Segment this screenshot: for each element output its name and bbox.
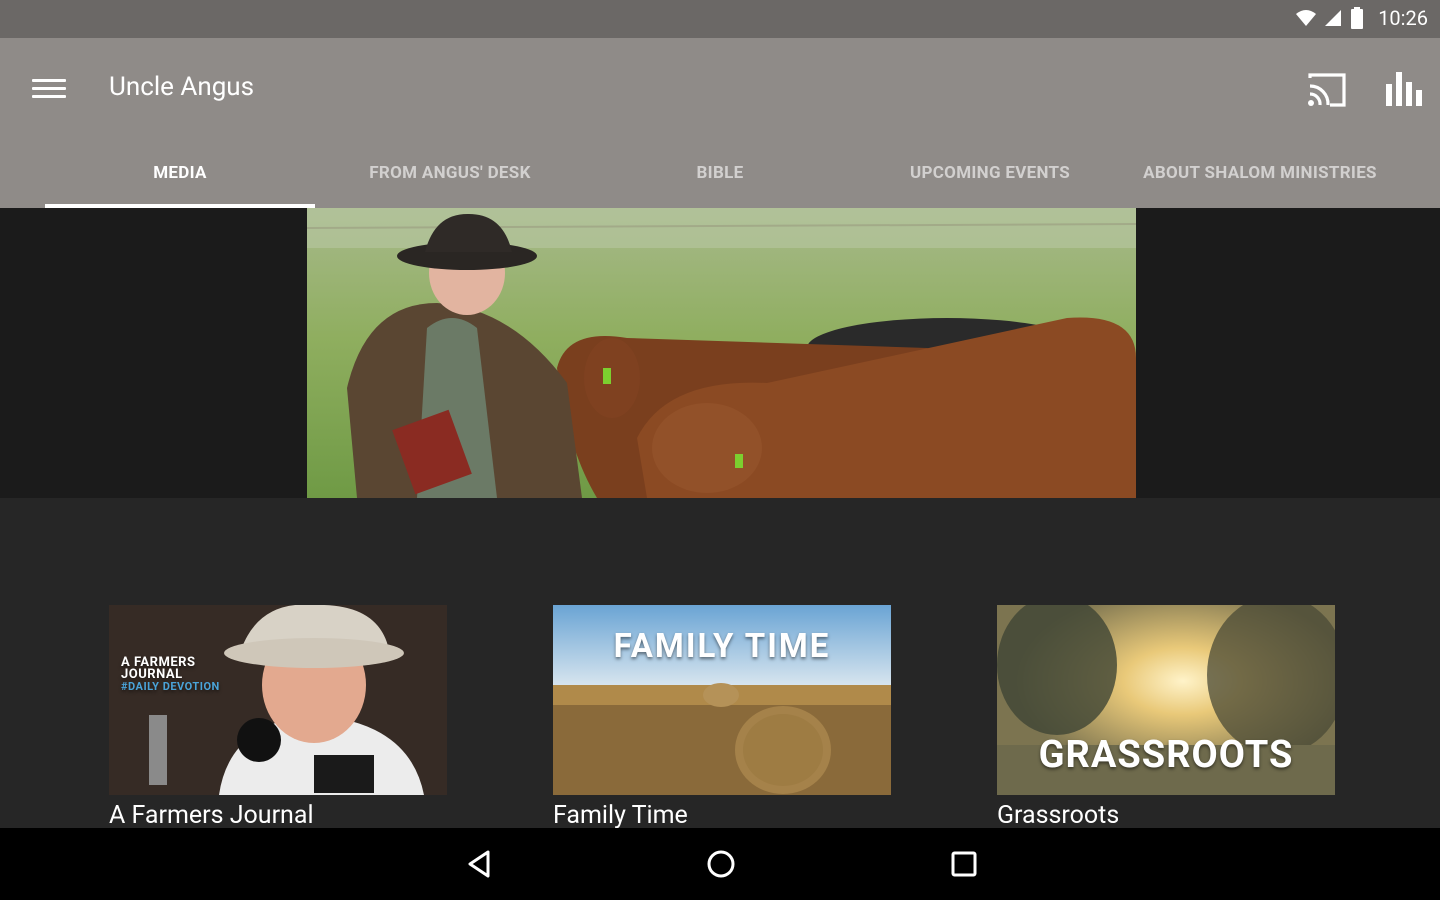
status-time: 10:26 <box>1378 6 1428 30</box>
card-label: A Farmers Journal <box>109 801 314 830</box>
tab-about-shalom-ministries[interactable]: ABOUT SHALOM MINISTRIES <box>1125 138 1395 208</box>
card-label: Grassroots <box>997 801 1120 830</box>
tab-media[interactable]: MEDIA <box>45 138 315 208</box>
status-icons: 10:26 <box>1296 6 1428 30</box>
tab-bar: MEDIA FROM ANGUS' DESK BIBLE UPCOMING EV… <box>45 138 1395 208</box>
card-thumbnail: A FARMERS JOURNAL #DAILY DEVOTION <box>109 605 447 795</box>
stats-icon[interactable] <box>1384 68 1426 108</box>
thumb-text-line-3: #DAILY DEVOTION <box>121 680 220 693</box>
app-bar: Uncle Angus MEDIA FROM ANGUS' DESK BIBLE… <box>0 38 1440 208</box>
card-family-time[interactable]: FAMILY TIME Family Time <box>553 605 891 830</box>
card-label: Family Time <box>553 801 688 830</box>
thumb-text: FAMILY TIME <box>613 627 831 666</box>
card-a-farmers-journal[interactable]: A FARMERS JOURNAL #DAILY DEVOTION A Farm… <box>109 605 447 830</box>
wifi-icon <box>1296 10 1317 26</box>
card-grassroots[interactable]: GRASSROOTS Grassroots <box>997 605 1335 830</box>
thumb-text: GRASSROOTS <box>1038 733 1294 777</box>
tab-upcoming-events[interactable]: UPCOMING EVENTS <box>855 138 1125 208</box>
card-thumbnail: FAMILY TIME <box>553 605 891 795</box>
status-bar: 10:26 <box>0 0 1440 38</box>
cell-signal-icon <box>1325 10 1342 26</box>
tab-bible[interactable]: BIBLE <box>585 138 855 208</box>
tab-from-angus-desk[interactable]: FROM ANGUS' DESK <box>315 138 585 208</box>
card-thumbnail: GRASSROOTS <box>997 605 1335 795</box>
cast-icon[interactable] <box>1306 72 1348 108</box>
hero-banner-image[interactable] <box>307 208 1136 498</box>
back-icon[interactable] <box>460 846 500 882</box>
app-title: Uncle Angus <box>109 72 255 102</box>
battery-icon <box>1351 7 1364 29</box>
home-icon[interactable] <box>701 846 741 882</box>
recents-icon[interactable] <box>944 846 984 882</box>
menu-icon[interactable] <box>32 74 66 104</box>
navigation-bar <box>0 828 1440 900</box>
